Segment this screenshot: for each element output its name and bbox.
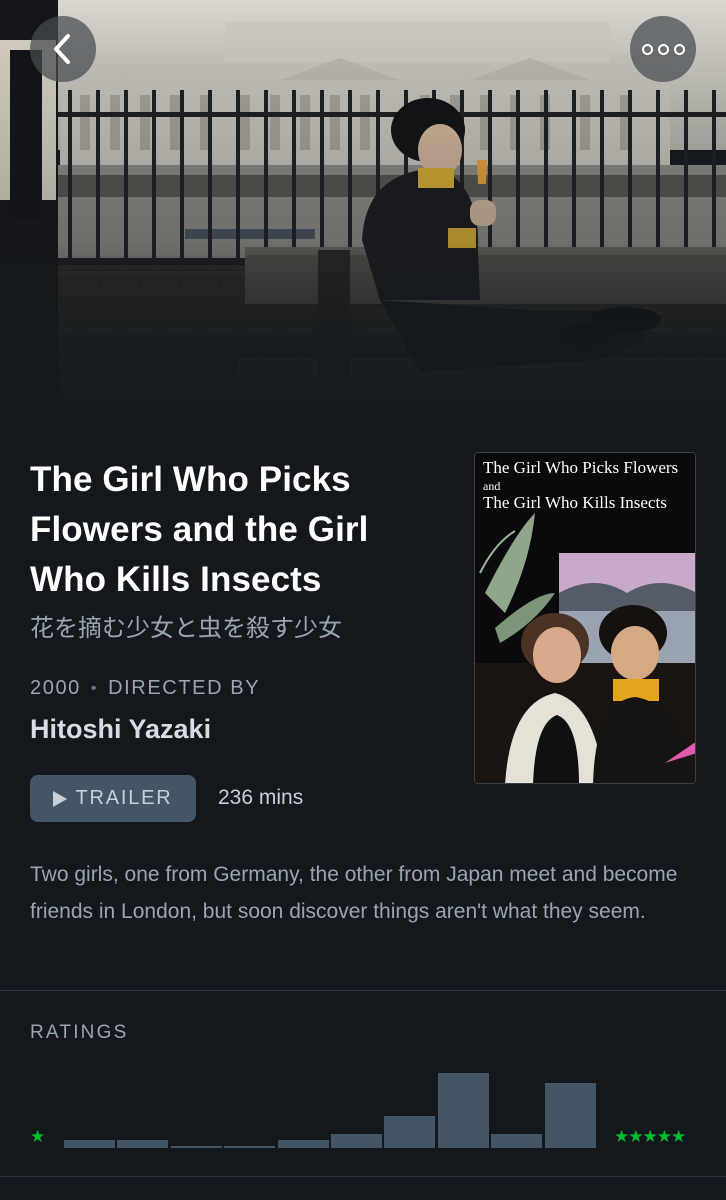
divider [0, 1176, 726, 1177]
poster-and: and [483, 479, 501, 493]
play-icon [53, 790, 68, 807]
more-options-button[interactable] [630, 16, 696, 82]
meta-separator: • [90, 679, 99, 697]
more-horizontal-icon [641, 43, 685, 55]
poster-line-1: The Girl Who Picks Flowers [483, 458, 679, 477]
director-link[interactable]: Hitoshi Yazaki [30, 711, 211, 747]
trailer-label: TRAILER [75, 787, 173, 809]
histogram-bar[interactable] [491, 1134, 543, 1148]
histogram-bar[interactable] [384, 1116, 436, 1148]
ratings-histogram[interactable] [64, 1060, 598, 1148]
back-button[interactable] [30, 16, 96, 82]
runtime: 236 mins [218, 786, 304, 809]
synopsis[interactable]: Two girls, one from Germany, the other f… [30, 856, 690, 930]
backdrop-image [0, 0, 726, 440]
histogram-bar[interactable] [331, 1134, 382, 1148]
divider [0, 990, 726, 991]
directed-by-label: DIRECTED BY [108, 677, 261, 699]
meta-line: 2000 • DIRECTED BY [30, 677, 260, 700]
ratings-heading: RATINGS [30, 1022, 129, 1043]
histogram-bar[interactable] [64, 1140, 115, 1148]
histogram-bar[interactable] [170, 1146, 222, 1148]
histogram-bar[interactable] [224, 1146, 276, 1148]
histogram-bar[interactable] [117, 1140, 169, 1148]
trailer-button[interactable]: TRAILER [30, 775, 196, 822]
chevron-left-icon [54, 34, 70, 64]
histogram-bar[interactable] [437, 1073, 489, 1148]
film-detail-screen: The Girl Who Picks Flowers and the Girl … [0, 0, 726, 1200]
histogram-bar[interactable] [544, 1083, 596, 1148]
poster-line-2: The Girl Who Kills Insects [483, 493, 667, 512]
one-star-label: ★ [30, 1127, 46, 1146]
release-year[interactable]: 2000 [30, 677, 81, 700]
five-star-label: ★★★★★ [614, 1127, 686, 1146]
poster-title: The Girl Who Picks Flowers and The Girl … [483, 457, 693, 513]
original-title: 花を摘む少女と虫を殺す少女 [30, 614, 342, 642]
film-title: The Girl Who Picks Flowers and the Girl … [30, 460, 369, 599]
histogram-bar[interactable] [277, 1140, 329, 1148]
film-poster[interactable]: The Girl Who Picks Flowers and The Girl … [474, 452, 696, 784]
